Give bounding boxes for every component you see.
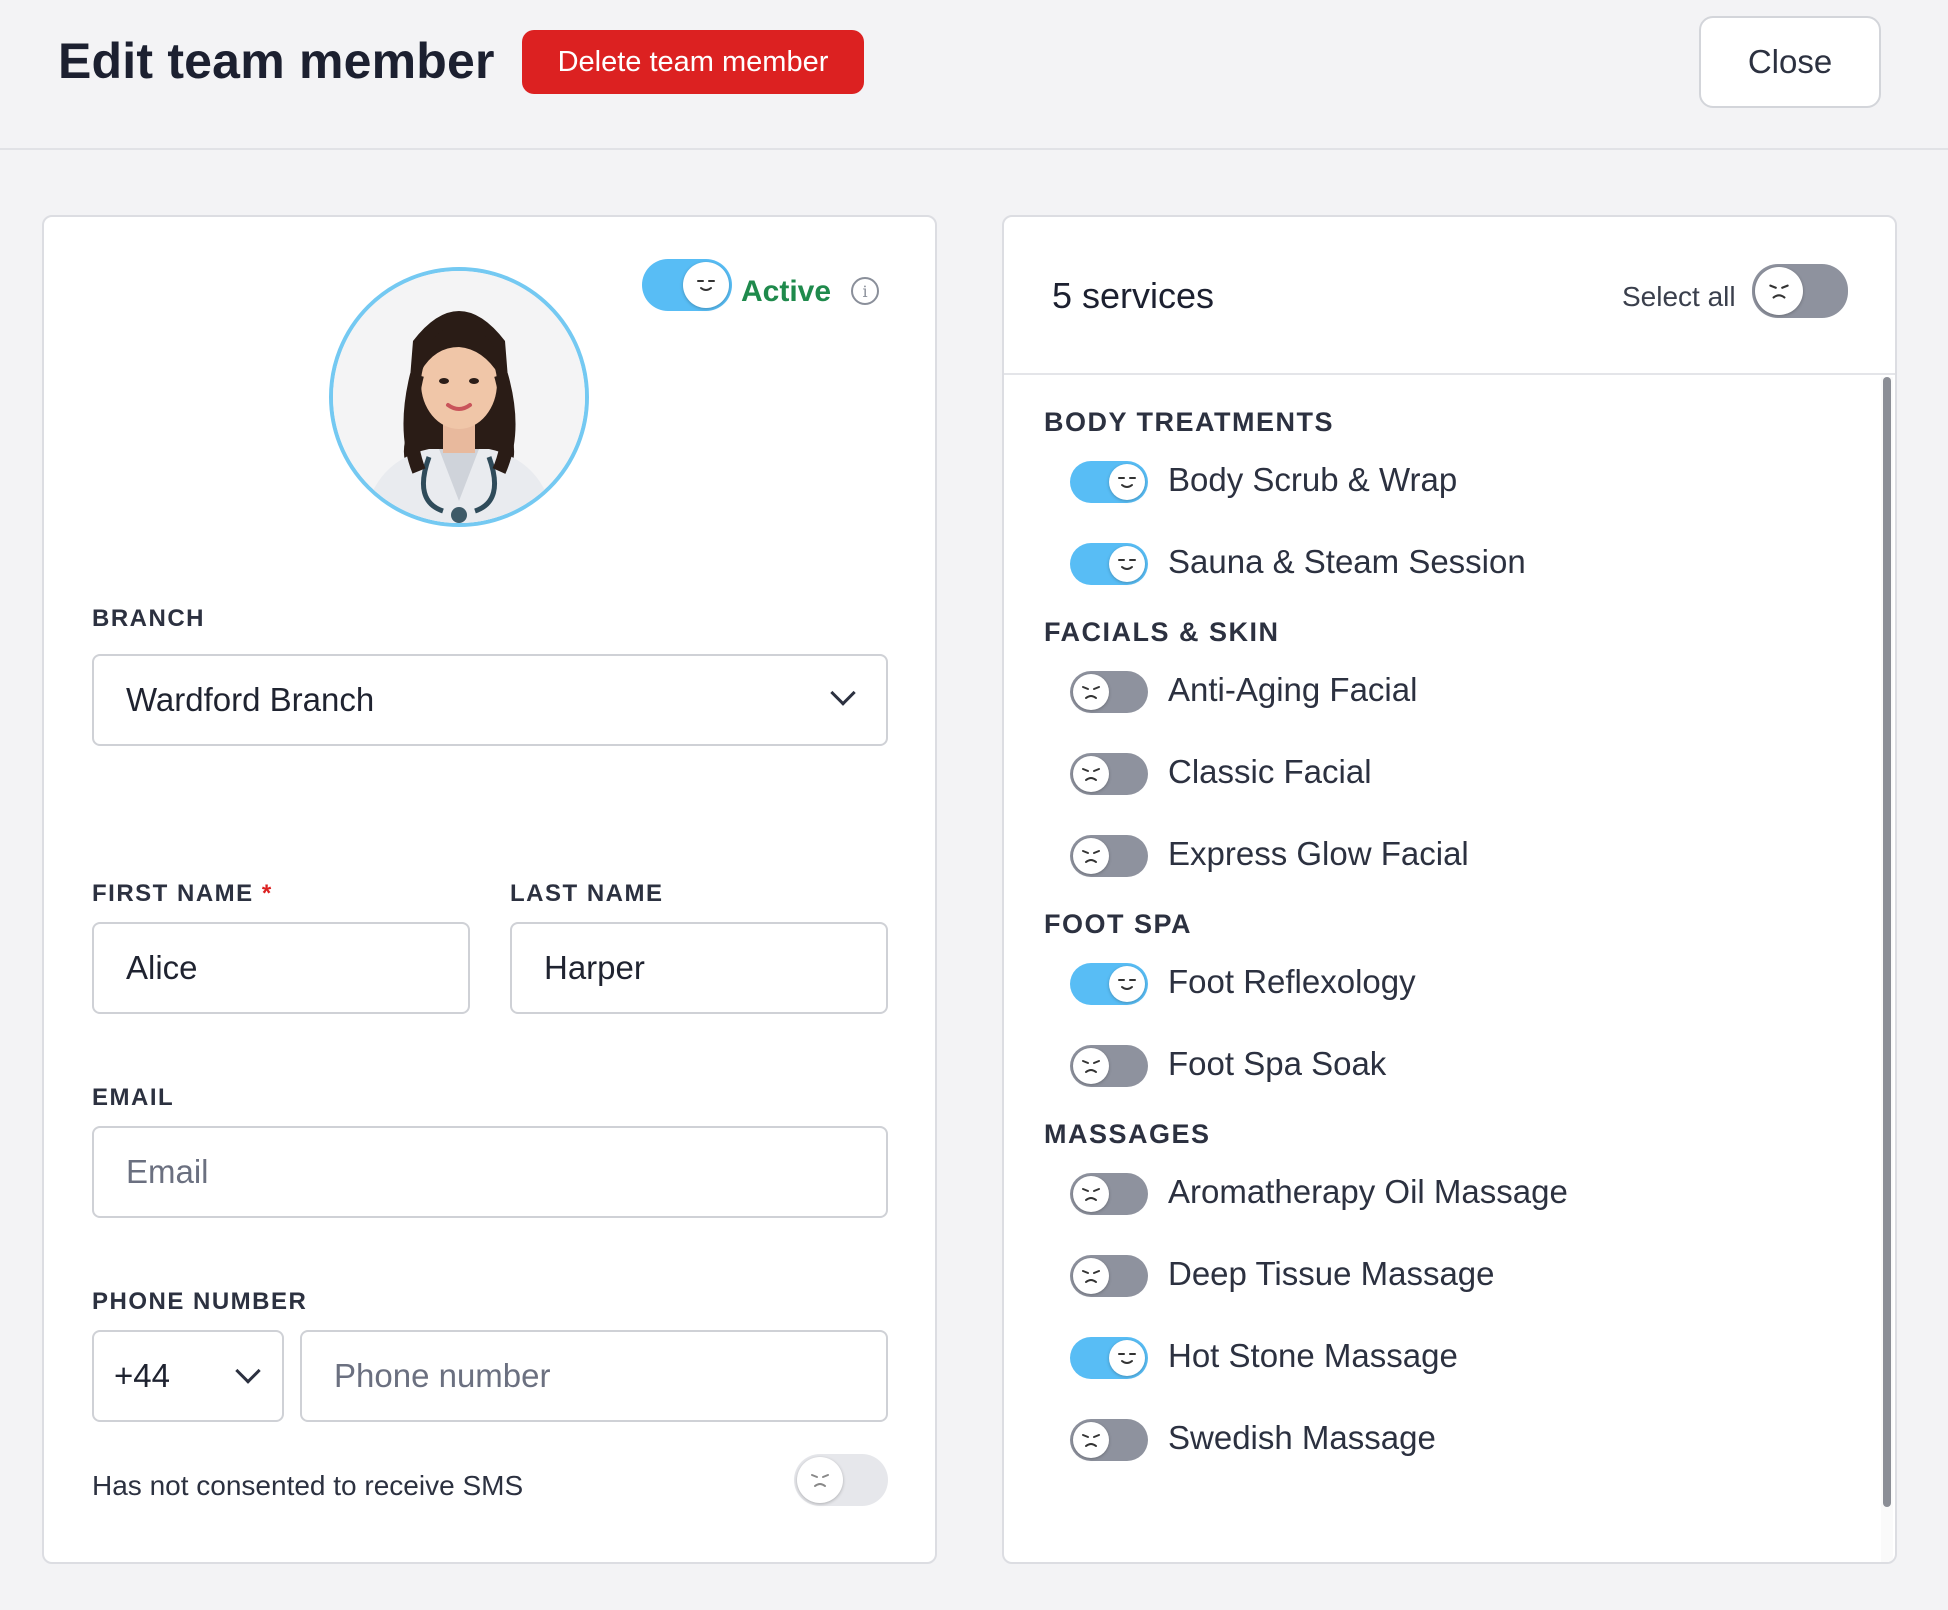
services-header: 5 services Select all bbox=[1004, 217, 1895, 375]
info-icon[interactable]: i bbox=[851, 277, 879, 305]
phone-placeholder: Phone number bbox=[334, 1357, 551, 1394]
service-name[interactable]: Swedish Massage bbox=[1168, 1419, 1436, 1457]
toggle-knob bbox=[797, 1457, 843, 1503]
services-count: 5 services bbox=[1052, 275, 1215, 316]
toggle-knob bbox=[1073, 756, 1109, 792]
avatar[interactable] bbox=[329, 267, 589, 527]
service-name[interactable]: Foot Reflexology bbox=[1168, 963, 1416, 1001]
toggle-knob bbox=[1109, 1340, 1145, 1376]
service-toggle[interactable] bbox=[1070, 671, 1148, 713]
service-name[interactable]: Classic Facial bbox=[1168, 753, 1372, 791]
close-button[interactable]: Close bbox=[1699, 16, 1881, 108]
first-name-value: Alice bbox=[126, 949, 198, 986]
top-bar: Edit team member Delete team member Clos… bbox=[0, 0, 1948, 150]
toggle-knob bbox=[1755, 267, 1803, 315]
service-group-title: MASSAGES bbox=[1044, 1119, 1211, 1149]
service-name[interactable]: Foot Spa Soak bbox=[1168, 1045, 1386, 1083]
service-toggle[interactable] bbox=[1070, 835, 1148, 877]
service-name[interactable]: Express Glow Facial bbox=[1168, 835, 1469, 873]
smile-icon bbox=[1118, 477, 1136, 488]
sad-icon bbox=[1082, 686, 1100, 699]
chevron-down-icon bbox=[235, 1358, 261, 1384]
sad-icon bbox=[1082, 768, 1100, 781]
scrollbar-thumb[interactable] bbox=[1883, 377, 1891, 1507]
toggle-knob bbox=[1073, 838, 1109, 874]
service-name[interactable]: Aromatherapy Oil Massage bbox=[1168, 1173, 1568, 1211]
service-toggle[interactable] bbox=[1070, 963, 1148, 1005]
branch-label: BRANCH bbox=[92, 605, 205, 632]
last-name-input[interactable]: Harper bbox=[510, 922, 888, 1014]
service-name[interactable]: Body Scrub & Wrap bbox=[1168, 461, 1457, 499]
select-all-toggle[interactable] bbox=[1752, 264, 1848, 318]
smile-icon bbox=[1118, 979, 1136, 990]
active-status-label: Active bbox=[741, 275, 832, 308]
email-placeholder: Email bbox=[126, 1153, 209, 1190]
sad-icon bbox=[1082, 850, 1100, 863]
service-toggle[interactable] bbox=[1070, 461, 1148, 503]
member-details-card: Active i BRANCH Wardford Branch FIRST NA… bbox=[42, 215, 937, 1564]
email-input[interactable]: Email bbox=[92, 1126, 888, 1218]
service-toggle[interactable] bbox=[1070, 1419, 1148, 1461]
service-toggle[interactable] bbox=[1070, 1255, 1148, 1297]
service-toggle[interactable] bbox=[1070, 1337, 1148, 1379]
page-title: Edit team member bbox=[58, 33, 495, 89]
sad-icon bbox=[1082, 1060, 1100, 1073]
phone-number-input[interactable]: Phone number bbox=[300, 1330, 888, 1422]
toggle-knob bbox=[1109, 966, 1145, 1002]
avatar-image bbox=[333, 271, 585, 523]
service-toggle[interactable] bbox=[1070, 753, 1148, 795]
sms-consent-toggle[interactable] bbox=[794, 1454, 888, 1506]
service-toggle[interactable] bbox=[1070, 543, 1148, 585]
required-marker: * bbox=[261, 880, 273, 907]
sad-icon bbox=[811, 1474, 829, 1487]
service-group-title: FACIALS & SKIN bbox=[1044, 617, 1280, 647]
service-name[interactable]: Sauna & Steam Session bbox=[1168, 543, 1526, 581]
first-name-label-text: FIRST NAME bbox=[92, 880, 254, 907]
scrollbar[interactable] bbox=[1881, 377, 1893, 1562]
service-toggle[interactable] bbox=[1070, 1173, 1148, 1215]
toggle-knob bbox=[1109, 546, 1145, 582]
service-name[interactable]: Hot Stone Massage bbox=[1168, 1337, 1458, 1375]
sad-icon bbox=[1082, 1434, 1100, 1447]
active-toggle[interactable] bbox=[642, 259, 732, 311]
select-all-label: Select all bbox=[1622, 281, 1736, 312]
toggle-knob bbox=[1109, 464, 1145, 500]
service-name[interactable]: Deep Tissue Massage bbox=[1168, 1255, 1495, 1293]
service-toggle[interactable] bbox=[1070, 1045, 1148, 1087]
branch-value: Wardford Branch bbox=[126, 681, 375, 718]
toggle-knob bbox=[1073, 1048, 1109, 1084]
last-name-value: Harper bbox=[544, 949, 645, 986]
country-code-select[interactable]: +44 bbox=[92, 1330, 284, 1422]
smile-icon bbox=[1118, 1353, 1136, 1364]
toggle-knob bbox=[1073, 1258, 1109, 1294]
first-name-label: FIRST NAME * bbox=[92, 880, 273, 908]
email-label: EMAIL bbox=[92, 1084, 175, 1111]
country-code-value: +44 bbox=[114, 1357, 170, 1394]
branch-select[interactable]: Wardford Branch bbox=[92, 654, 888, 746]
sad-icon bbox=[1769, 284, 1789, 299]
service-group-title: FOOT SPA bbox=[1044, 909, 1193, 939]
service-name[interactable]: Anti-Aging Facial bbox=[1168, 671, 1417, 709]
toggle-knob bbox=[683, 262, 729, 308]
phone-label: PHONE NUMBER bbox=[92, 1288, 308, 1315]
smile-icon bbox=[697, 280, 715, 291]
services-card: 5 services Select all BODY TREATMENTS Bod… bbox=[1002, 215, 1897, 1564]
first-name-input[interactable]: Alice bbox=[92, 922, 470, 1014]
smile-icon bbox=[1118, 559, 1136, 570]
service-group-title: BODY TREATMENTS bbox=[1044, 407, 1335, 437]
last-name-label: LAST NAME bbox=[510, 880, 664, 907]
toggle-knob bbox=[1073, 1422, 1109, 1458]
delete-team-member-button[interactable]: Delete team member bbox=[522, 30, 864, 94]
toggle-knob bbox=[1073, 674, 1109, 710]
sad-icon bbox=[1082, 1188, 1100, 1201]
toggle-knob bbox=[1073, 1176, 1109, 1212]
sad-icon bbox=[1082, 1270, 1100, 1283]
chevron-down-icon bbox=[830, 680, 856, 706]
sms-consent-label: Has not consented to receive SMS bbox=[92, 1470, 524, 1501]
